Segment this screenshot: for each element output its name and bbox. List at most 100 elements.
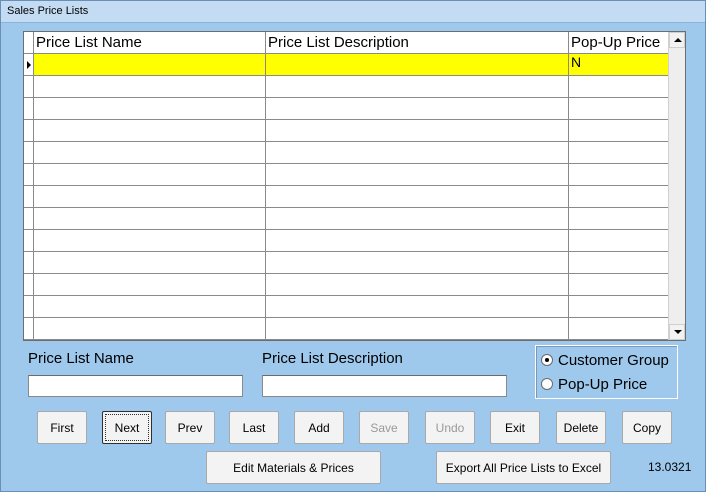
table-row[interactable] <box>24 296 669 318</box>
cell-price-list-name[interactable] <box>34 208 266 229</box>
table-row[interactable] <box>24 142 669 164</box>
cell-pop-up-price[interactable] <box>569 76 669 97</box>
cell-price-list-description[interactable] <box>266 76 569 97</box>
cell-price-list-name[interactable] <box>34 252 266 273</box>
add-button[interactable]: Add <box>294 411 344 444</box>
cell-price-list-description[interactable] <box>266 296 569 317</box>
table-row[interactable] <box>24 208 669 230</box>
cell-pop-up-price[interactable] <box>569 230 669 251</box>
cell-price-list-name[interactable] <box>34 76 266 97</box>
customer-group-radio[interactable] <box>541 354 553 366</box>
cell-price-list-description[interactable] <box>266 98 569 119</box>
scroll-down-button[interactable] <box>669 324 685 340</box>
next-button[interactable]: Next <box>102 411 152 444</box>
exit-button[interactable]: Exit <box>490 411 540 444</box>
grid-rows: N <box>24 54 669 340</box>
price-list-description-label: Price List Description <box>262 350 403 367</box>
cell-price-list-name[interactable] <box>34 186 266 207</box>
cell-pop-up-price[interactable] <box>569 252 669 273</box>
record-selector[interactable] <box>24 230 34 251</box>
scroll-up-button[interactable] <box>669 32 685 48</box>
cell-price-list-name[interactable] <box>34 98 266 119</box>
record-selector[interactable] <box>24 318 34 339</box>
delete-button[interactable]: Delete <box>556 411 606 444</box>
cell-price-list-description[interactable] <box>266 186 569 207</box>
record-selector[interactable] <box>24 208 34 229</box>
column-header-price-list-description[interactable]: Price List Description <box>266 32 569 53</box>
cell-pop-up-price[interactable] <box>569 164 669 185</box>
current-record-arrow-icon <box>27 61 31 69</box>
column-header-price-list-name[interactable]: Price List Name <box>34 32 266 53</box>
table-row[interactable] <box>24 76 669 98</box>
column-header-pop-up-price[interactable]: Pop-Up Price <box>569 32 669 53</box>
prev-button[interactable]: Prev <box>165 411 215 444</box>
cell-pop-up-price[interactable] <box>569 98 669 119</box>
table-row[interactable] <box>24 120 669 142</box>
record-selector[interactable] <box>24 54 34 75</box>
record-selector[interactable] <box>24 142 34 163</box>
table-row[interactable] <box>24 186 669 208</box>
cell-pop-up-price[interactable] <box>569 318 669 339</box>
cell-price-list-description[interactable] <box>266 142 569 163</box>
customer-group-option[interactable]: Customer Group <box>541 350 669 370</box>
table-row[interactable] <box>24 230 669 252</box>
cell-price-list-name[interactable] <box>34 296 266 317</box>
record-selector[interactable] <box>24 76 34 97</box>
record-selector[interactable] <box>24 120 34 141</box>
sales-price-lists-window: Sales Price Lists Price List Name Price … <box>0 0 706 492</box>
undo-button[interactable]: Undo <box>425 411 475 444</box>
export-all-price-lists-button[interactable]: Export All Price Lists to Excel <box>436 451 611 484</box>
table-row[interactable]: N <box>24 54 669 76</box>
arrow-up-icon <box>674 38 682 42</box>
table-row[interactable] <box>24 164 669 186</box>
record-selector[interactable] <box>24 274 34 295</box>
cell-price-list-name[interactable] <box>34 120 266 141</box>
save-button[interactable]: Save <box>359 411 409 444</box>
edit-materials-prices-button[interactable]: Edit Materials & Prices <box>206 451 381 484</box>
record-selector[interactable] <box>24 296 34 317</box>
last-button[interactable]: Last <box>229 411 279 444</box>
cell-price-list-name[interactable] <box>34 164 266 185</box>
cell-price-list-description[interactable] <box>266 318 569 339</box>
record-selector[interactable] <box>24 98 34 119</box>
pop-up-price-radio[interactable] <box>541 378 553 390</box>
cell-pop-up-price[interactable] <box>569 274 669 295</box>
cell-price-list-name[interactable] <box>34 318 266 339</box>
table-row[interactable] <box>24 252 669 274</box>
cell-pop-up-price[interactable] <box>569 120 669 141</box>
customer-group-label: Customer Group <box>558 351 669 369</box>
record-selector[interactable] <box>24 186 34 207</box>
price-list-name-input[interactable] <box>28 375 243 397</box>
cell-price-list-description[interactable] <box>266 120 569 141</box>
cell-pop-up-price[interactable] <box>569 296 669 317</box>
price-list-grid[interactable]: Price List Name Price List Description P… <box>23 31 686 341</box>
pop-up-price-option[interactable]: Pop-Up Price <box>541 374 647 394</box>
cell-price-list-description[interactable] <box>266 274 569 295</box>
cell-pop-up-price[interactable] <box>569 208 669 229</box>
cell-pop-up-price[interactable]: N <box>569 54 669 75</box>
window-title: Sales Price Lists <box>7 5 89 17</box>
copy-button[interactable]: Copy <box>622 411 672 444</box>
price-type-option-group: Customer Group Pop-Up Price <box>535 345 678 399</box>
cell-price-list-description[interactable] <box>266 164 569 185</box>
record-selector[interactable] <box>24 252 34 273</box>
table-row[interactable] <box>24 318 669 340</box>
price-list-description-input[interactable] <box>262 375 507 397</box>
record-selector[interactable] <box>24 164 34 185</box>
grid-vertical-scrollbar[interactable] <box>668 32 685 340</box>
cell-price-list-name[interactable] <box>34 230 266 251</box>
cell-pop-up-price[interactable] <box>569 142 669 163</box>
table-row[interactable] <box>24 98 669 120</box>
cell-price-list-description[interactable] <box>266 252 569 273</box>
price-list-name-label: Price List Name <box>28 350 134 367</box>
cell-pop-up-price[interactable] <box>569 186 669 207</box>
pop-up-price-label: Pop-Up Price <box>558 375 648 393</box>
cell-price-list-name[interactable] <box>34 54 266 75</box>
cell-price-list-description[interactable] <box>266 208 569 229</box>
cell-price-list-name[interactable] <box>34 274 266 295</box>
table-row[interactable] <box>24 274 669 296</box>
first-button[interactable]: First <box>37 411 87 444</box>
cell-price-list-description[interactable] <box>266 54 569 75</box>
cell-price-list-description[interactable] <box>266 230 569 251</box>
cell-price-list-name[interactable] <box>34 142 266 163</box>
